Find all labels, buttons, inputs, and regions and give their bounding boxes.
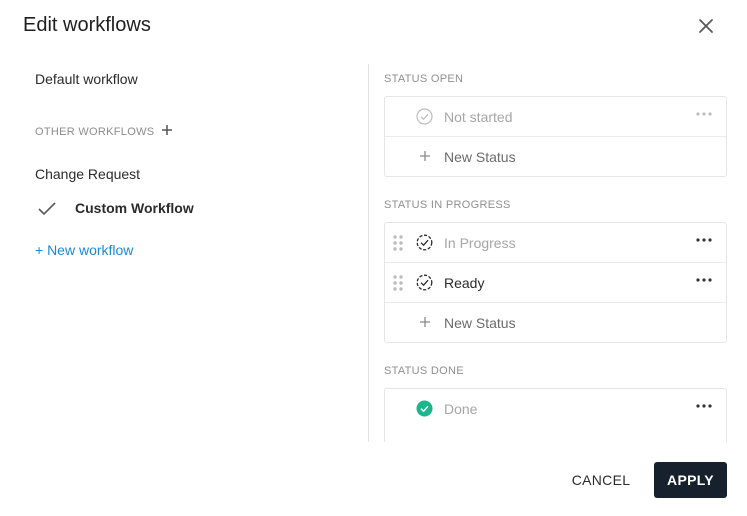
drag-handle-icon[interactable] — [392, 234, 404, 252]
other-workflows-header: OTHER WORKFLOWS — [35, 126, 155, 138]
panel-divider — [368, 64, 369, 442]
more-options-icon[interactable] — [695, 277, 713, 283]
status-label: In Progress — [444, 235, 516, 251]
status-done-header: STATUS DONE — [384, 365, 464, 377]
plus-icon — [420, 317, 430, 327]
status-open-card: Not started New Status — [384, 96, 727, 177]
status-in-progress-header: STATUS IN PROGRESS — [384, 199, 511, 211]
dialog-title: Edit workflows — [23, 14, 151, 36]
status-row-in-progress[interactable]: In Progress — [385, 223, 726, 263]
status-row-done[interactable]: Done — [385, 389, 726, 428]
more-options-icon[interactable] — [695, 403, 713, 409]
status-row-not-started[interactable]: Not started — [385, 97, 726, 137]
new-status-in-progress-button[interactable]: New Status — [385, 303, 726, 342]
plus-icon — [420, 151, 430, 161]
more-options-icon[interactable] — [695, 237, 713, 243]
workflow-item-default[interactable]: Default workflow — [35, 71, 138, 87]
close-icon[interactable] — [696, 16, 716, 36]
status-label: Not started — [444, 109, 513, 125]
dashed-circle-check-icon — [416, 234, 433, 251]
drag-handle-icon[interactable] — [392, 274, 404, 292]
workflow-item-custom-workflow[interactable]: Custom Workflow — [75, 200, 194, 216]
more-options-icon[interactable] — [695, 111, 713, 117]
new-status-open-button[interactable]: New Status — [385, 137, 726, 176]
status-label: Done — [444, 401, 478, 417]
status-done-card: Done — [384, 388, 727, 442]
add-workflow-plus-icon[interactable] — [161, 124, 173, 136]
status-panel: STATUS OPEN Not started New Status STATU… — [384, 60, 727, 442]
dashed-circle-check-icon — [416, 274, 433, 291]
new-workflow-link[interactable]: + New workflow — [35, 242, 133, 258]
status-in-progress-card: In Progress Ready New Status — [384, 222, 727, 343]
new-status-label: New Status — [444, 149, 516, 165]
new-status-label: New Status — [444, 315, 516, 331]
status-row-ready[interactable]: Ready — [385, 263, 726, 303]
filled-circle-check-icon — [416, 400, 433, 417]
workflow-list-panel: Default workflow OTHER WORKFLOWS Change … — [0, 60, 368, 442]
status-open-header: STATUS OPEN — [384, 73, 464, 85]
circle-check-icon — [416, 108, 433, 125]
status-label: Ready — [444, 275, 485, 291]
workflow-item-change-request[interactable]: Change Request — [35, 166, 140, 182]
cancel-button[interactable]: CANCEL — [563, 463, 639, 497]
apply-button[interactable]: APPLY — [654, 462, 727, 498]
selected-check-icon — [38, 202, 56, 216]
